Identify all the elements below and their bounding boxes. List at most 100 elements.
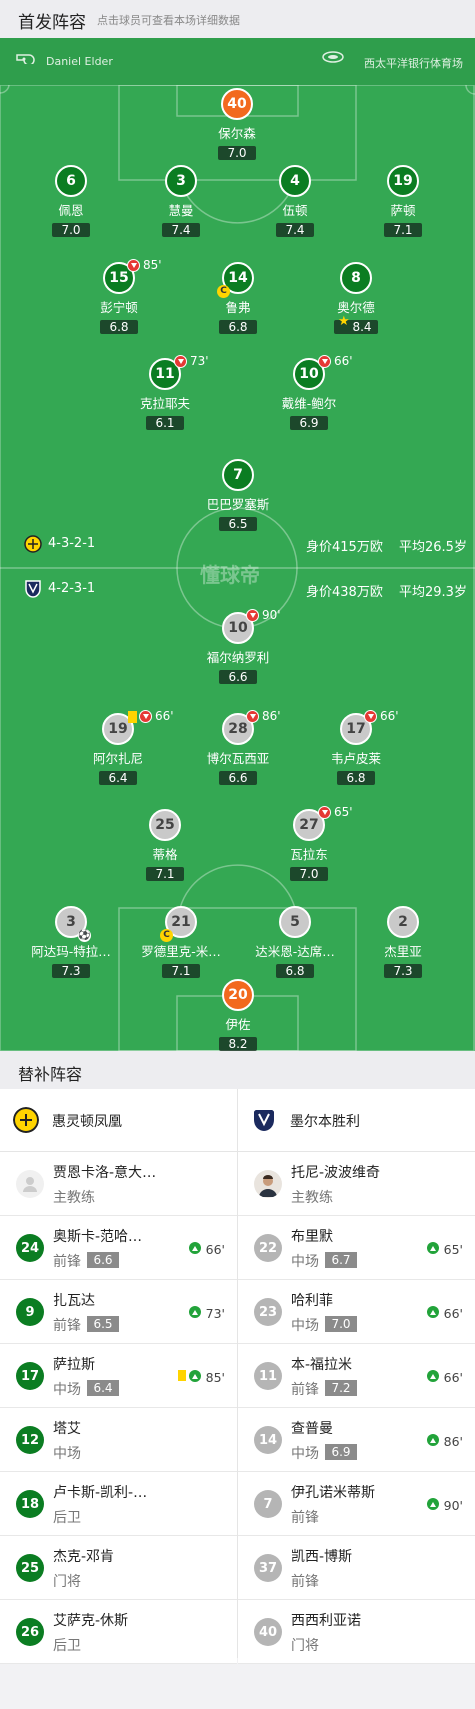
home-coach-row[interactable]: 贾恩卡洛-意大利诺 主教练 bbox=[0, 1152, 237, 1216]
sub-position: 前锋 bbox=[291, 1382, 319, 1398]
substitution-in-icon bbox=[427, 1242, 439, 1254]
away-player[interactable]: 27 瓦拉东 7.0 bbox=[264, 809, 354, 882]
substitution-out-icon bbox=[318, 806, 331, 819]
sub-player-row[interactable]: 22 布里默 中场 6.7 65' bbox=[238, 1216, 475, 1280]
sub-player-row[interactable]: 17 萨拉斯 中场 6.4 85' bbox=[0, 1344, 237, 1408]
sub-in-minute: 86' bbox=[443, 1434, 463, 1449]
substitution-out-icon bbox=[246, 710, 259, 723]
home-player[interactable]: 3 慧曼 7.4 bbox=[136, 165, 226, 238]
away-player[interactable]: 2 杰里亚 7.3 bbox=[358, 906, 448, 979]
sub-player-row[interactable]: 12 塔艾 中场 bbox=[0, 1408, 237, 1472]
home-player[interactable]: 11 克拉耶夫 6.1 bbox=[120, 358, 210, 431]
sub-player-row[interactable]: 26 艾萨克-休斯 后卫 bbox=[0, 1600, 237, 1664]
captain-icon: C bbox=[217, 285, 230, 298]
sub-number: 24 bbox=[16, 1234, 44, 1262]
sub-position: 前锋 bbox=[53, 1254, 81, 1270]
sub-player-row[interactable]: 37 凯西-博斯 前锋 bbox=[238, 1536, 475, 1600]
home-player[interactable]: 6 佩恩 7.0 bbox=[26, 165, 116, 238]
away-player[interactable]: 28 博尔瓦西亚 6.6 bbox=[193, 713, 283, 786]
substitution-out-icon bbox=[174, 355, 187, 368]
home-player[interactable]: 14 鲁弗 6.8 bbox=[193, 262, 283, 335]
substitution-in-icon bbox=[427, 1370, 439, 1382]
sub-name: 萨拉斯 bbox=[53, 1357, 95, 1373]
player-name: 福尔纳罗利 bbox=[206, 650, 270, 665]
sub-position: 中场 bbox=[53, 1382, 81, 1398]
away-player[interactable]: 25 蒂格 7.1 bbox=[120, 809, 210, 882]
sub-player-row[interactable]: 7 伊孔诺米蒂斯 前锋 90' bbox=[238, 1472, 475, 1536]
player-name: 伊佐 bbox=[225, 1017, 251, 1032]
sub-in-minute: 65' bbox=[443, 1242, 463, 1257]
sub-player-row[interactable]: 23 哈利菲 中场 7.0 66' bbox=[238, 1280, 475, 1344]
away-player[interactable]: 17 韦卢皮莱 6.8 bbox=[311, 713, 401, 786]
sub-minute: 90' bbox=[262, 608, 281, 622]
player-name: 阿尔扎尼 bbox=[92, 751, 143, 766]
player-name: 杰里亚 bbox=[384, 944, 422, 959]
player-rating: 7.0 bbox=[218, 146, 256, 160]
sub-name: 查普曼 bbox=[291, 1421, 333, 1437]
sub-rating: 7.0 bbox=[325, 1316, 357, 1332]
sub-number: 11 bbox=[254, 1362, 282, 1390]
sub-player-row[interactable]: 9 扎瓦达 前锋 6.5 73' bbox=[0, 1280, 237, 1344]
home-substitutes-panel: 惠灵顿凤凰 贾恩卡洛-意大利诺 主教练 24 奥斯卡-范哈… 前锋 6.6 66' 9扎… bbox=[0, 1089, 237, 1664]
match-info-bar: Daniel Elder 西太平洋银行体育场 bbox=[0, 38, 475, 85]
player-name: 伍顿 bbox=[282, 203, 308, 218]
away-player[interactable]: 21 罗德里克-米… 7.1 bbox=[136, 906, 226, 979]
sub-minute: 65' bbox=[334, 805, 353, 819]
home-player[interactable]: 8 奥尔德 8.4 bbox=[311, 262, 401, 335]
sub-name: 布里默 bbox=[291, 1229, 333, 1245]
away-player[interactable]: 19 阿尔扎尼 6.4 bbox=[73, 713, 163, 786]
home-player[interactable]: 40 保尔森 7.0 bbox=[192, 88, 282, 161]
sub-minute: 73' bbox=[190, 354, 209, 368]
sub-player-row[interactable]: 40 西西利亚诺 门将 bbox=[238, 1600, 475, 1664]
sub-rating: 6.6 bbox=[87, 1252, 119, 1268]
sub-position: 门将 bbox=[291, 1638, 319, 1654]
home-player[interactable]: 15 彭宁顿 6.8 bbox=[74, 262, 164, 335]
substitution-in-icon bbox=[189, 1242, 201, 1254]
home-player[interactable]: 4 伍顿 7.4 bbox=[250, 165, 340, 238]
away-player[interactable]: 10 福尔纳罗利 6.6 bbox=[193, 612, 283, 685]
away-team-row[interactable]: 墨尔本胜利 bbox=[238, 1089, 475, 1152]
player-rating: 6.5 bbox=[219, 517, 257, 531]
sub-position: 前锋 bbox=[291, 1510, 319, 1526]
player-name: 韦卢皮莱 bbox=[330, 751, 381, 766]
shirt-number: 40 bbox=[221, 88, 253, 120]
captain-icon: C bbox=[160, 929, 173, 942]
shirt-number: 19 bbox=[387, 165, 419, 197]
player-rating: 7.3 bbox=[52, 964, 90, 978]
away-coach-row[interactable]: 托尼-波波维奇 主教练 bbox=[238, 1152, 475, 1216]
home-player[interactable]: 10 戴维-鲍尔 6.9 bbox=[264, 358, 354, 431]
away-team-name: 墨尔本胜利 bbox=[290, 1114, 360, 1130]
player-rating: 6.4 bbox=[99, 771, 137, 785]
substitutes-title: 替补阵容 bbox=[18, 1065, 83, 1084]
star-icon: ★ bbox=[338, 314, 350, 329]
coach-name: 贾恩卡洛-意大利诺 bbox=[53, 1165, 163, 1181]
player-name: 瓦拉东 bbox=[290, 847, 328, 862]
home-average-age: 平均26.5岁 bbox=[399, 540, 467, 555]
sub-player-row[interactable]: 25 杰克-邓肯 门将 bbox=[0, 1536, 237, 1600]
away-substitutes-panel: 墨尔本胜利 托尼-波波维奇 主教练 22 布里默 中场 6.7 65' 23 哈利菲 中场 7… bbox=[238, 1089, 475, 1664]
sub-in-minute: 66' bbox=[443, 1306, 463, 1321]
sub-name: 凯西-博斯 bbox=[291, 1549, 353, 1565]
home-player[interactable]: 7 巴巴罗塞斯 6.5 bbox=[193, 459, 283, 532]
away-player[interactable]: 20 伊佐 8.2 bbox=[193, 979, 283, 1051]
player-rating: 6.6 bbox=[219, 670, 257, 684]
sub-position: 后卫 bbox=[53, 1510, 81, 1526]
home-team-row[interactable]: 惠灵顿凤凰 bbox=[0, 1089, 237, 1152]
sub-position: 门将 bbox=[53, 1574, 81, 1590]
player-rating: 6.9 bbox=[290, 416, 328, 430]
sub-player-row[interactable]: 18 卢卡斯-凯利-… 后卫 bbox=[0, 1472, 237, 1536]
home-player[interactable]: 19 萨顿 7.1 bbox=[358, 165, 448, 238]
player-name: 达米恩-达席… bbox=[255, 944, 335, 959]
sub-player-row[interactable]: 24 奥斯卡-范哈… 前锋 6.6 66' bbox=[0, 1216, 237, 1280]
sub-player-row[interactable]: 11 本-福拉米 前锋 7.2 66' bbox=[238, 1344, 475, 1408]
away-player[interactable]: 3 阿达玛-特拉… 7.3 bbox=[26, 906, 116, 979]
sub-player-row[interactable]: 14 查普曼 中场 6.9 86' bbox=[238, 1408, 475, 1472]
sub-minute: 66' bbox=[334, 354, 353, 368]
away-player[interactable]: 5 达米恩-达席… 6.8 bbox=[250, 906, 340, 979]
sub-number: 25 bbox=[16, 1554, 44, 1582]
sub-minute: 66' bbox=[380, 709, 399, 723]
substitution-out-icon bbox=[139, 710, 152, 723]
sub-name: 奥斯卡-范哈… bbox=[53, 1229, 143, 1245]
sub-position: 后卫 bbox=[53, 1638, 81, 1654]
player-rating: 6.8 bbox=[276, 964, 314, 978]
